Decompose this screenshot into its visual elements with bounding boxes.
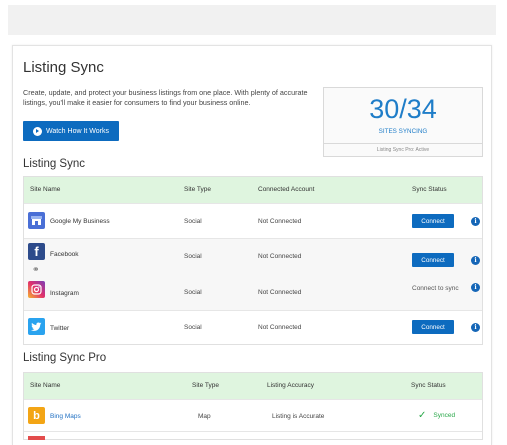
table-row: Twitter Social Not Connected Connect i (24, 310, 482, 344)
listing-accuracy: Listing is Accurate (272, 413, 325, 420)
site-name: Instagram (50, 290, 79, 297)
connected-account: Not Connected (258, 218, 302, 225)
site-type: Map (198, 413, 211, 420)
link-icon: ⚭ (32, 264, 40, 274)
listing-sync-card: Listing Sync Create, update, and protect… (12, 45, 492, 445)
column-header-site-name: Site Name (30, 186, 61, 193)
info-icon[interactable]: i (471, 283, 480, 292)
sync-summary-box: 30/34 SITES SYNCING Listing Sync Pro: Ac… (323, 87, 483, 157)
connect-button[interactable]: Connect (412, 320, 454, 334)
sync-label: SITES SYNCING (378, 128, 428, 135)
page-description: Create, update, and protect your busines… (23, 88, 308, 107)
table-row: b Bing Maps Map Listing is Accurate ✓ Sy… (24, 399, 482, 431)
sync-count: 30/34 (369, 94, 437, 124)
column-header-sync-status: Sync Status (411, 382, 446, 389)
site-type: Social (184, 253, 202, 260)
synced-label: Synced (433, 412, 456, 419)
site-name: Twitter (50, 325, 70, 332)
connect-button[interactable]: Connect (412, 253, 454, 267)
table-row: Google My Business Social Not Connected … (24, 203, 482, 238)
site-type: Social (184, 289, 202, 296)
divider (324, 143, 482, 144)
column-header-sync-status: Sync Status (412, 186, 447, 193)
facebook-icon: f (28, 243, 45, 260)
listing-sync-heading: Listing Sync (23, 158, 86, 170)
connected-account: Not Connected (258, 289, 302, 296)
column-header-site-type: Site Type (192, 382, 219, 389)
table-row (24, 431, 482, 440)
table-row-group: f Facebook Social Not Connected Connect … (24, 238, 482, 310)
column-header-site-name: Site Name (30, 382, 61, 389)
site-name: Facebook (50, 251, 79, 258)
connected-account: Not Connected (258, 253, 302, 260)
instagram-icon (28, 281, 45, 298)
column-header-listing-accuracy: Listing Accuracy (267, 382, 314, 389)
site-name-link[interactable]: Bing Maps (50, 413, 81, 420)
bing-icon: b (28, 407, 45, 424)
listing-sync-pro-table: Site Name Site Type Listing Accuracy Syn… (23, 372, 483, 440)
info-icon[interactable]: i (471, 323, 480, 332)
connect-button[interactable]: Connect (412, 214, 454, 228)
twitter-icon (28, 318, 45, 335)
synced-status: ✓ Synced (418, 410, 455, 421)
listing-sync-pro-heading: Listing Sync Pro (23, 352, 107, 364)
check-icon: ✓ (418, 410, 427, 421)
play-icon (32, 126, 42, 136)
listing-sync-table: Site Name Site Type Connected Account Sy… (23, 176, 483, 345)
column-header-connected-account: Connected Account (258, 186, 315, 193)
site-logo-icon (28, 436, 45, 440)
column-header-site-type: Site Type (184, 186, 211, 193)
site-type: Social (184, 324, 202, 331)
top-bar (8, 5, 496, 35)
sync-pro-status: Listing Sync Pro: Active (376, 147, 430, 153)
table-header: Site Name Site Type Connected Account Sy… (24, 177, 482, 203)
info-icon[interactable]: i (471, 256, 480, 265)
google-my-business-icon (28, 212, 45, 229)
connected-account: Not Connected (258, 324, 302, 331)
connect-to-sync-status: Connect to sync (412, 285, 459, 292)
watch-button-label: Watch How It Works (45, 127, 109, 135)
site-name: Google My Business (50, 218, 110, 225)
site-type: Social (184, 218, 202, 225)
table-header: Site Name Site Type Listing Accuracy Syn… (24, 373, 482, 399)
watch-how-it-works-button[interactable]: Watch How It Works (23, 121, 119, 141)
page-title: Listing Sync (23, 59, 104, 76)
info-icon[interactable]: i (471, 217, 480, 226)
